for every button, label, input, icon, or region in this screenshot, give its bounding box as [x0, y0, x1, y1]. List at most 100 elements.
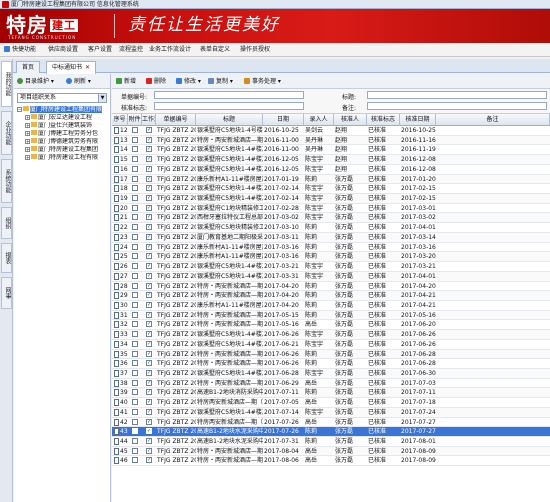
- vertical-tab-0[interactable]: 我的功能: [1, 61, 12, 107]
- attachment-checkbox[interactable]: [132, 311, 138, 318]
- tree-node[interactable]: + 厦门博建工程劳务分包: [17, 130, 107, 138]
- table-row[interactable]: 12✓TFJG ZBTZ 2016银溪墅府C5地块1-4号楼及地2016-10-…: [112, 126, 550, 136]
- table-row[interactable]: 14✓TFJG ZBTZ 2016银溪墅府C5地块1-4#楼及地2016-11-…: [112, 145, 550, 156]
- workflow-checkbox[interactable]: ✓: [146, 389, 152, 396]
- attachment-checkbox[interactable]: [132, 272, 138, 279]
- expand-icon[interactable]: +: [25, 147, 30, 152]
- attachment-checkbox[interactable]: [132, 146, 138, 153]
- attachment-checkbox[interactable]: [132, 438, 138, 445]
- workflow-checkbox[interactable]: ✓: [146, 408, 152, 415]
- table-row[interactable]: 22✓TFJG ZBTZ 2017银溪墅府C5地块精装修工程2017-03-10…: [112, 223, 550, 233]
- table-row[interactable]: 17✓TFJG ZBTZ 2017康乐新村A1-11#楼房屋加固2017-01-…: [112, 174, 550, 185]
- table-row[interactable]: 18✓TFJG ZBTZ 2017银溪墅府C5地块1-4#楼及地2017-02-…: [112, 184, 550, 195]
- workflow-checkbox[interactable]: ✓: [146, 418, 152, 425]
- org-relation-select[interactable]: 项目组织关系 ▼: [17, 93, 107, 103]
- table-row[interactable]: 36✓TFJG ZBTZ 2017特房・两安新城酒店—期（2017-06-26陈…: [112, 359, 550, 369]
- chevron-down-icon[interactable]: ▼: [98, 94, 106, 102]
- workflow-checkbox[interactable]: ✓: [146, 360, 152, 367]
- grid-header-cell[interactable]: 工作流: [142, 114, 156, 126]
- workflow-checkbox[interactable]: ✓: [146, 146, 152, 153]
- table-row[interactable]: 23✓TFJG ZBTZ 2017厦门教育基地二期阳极采购2017-03-11陈…: [112, 232, 550, 243]
- attachment-checkbox[interactable]: [132, 457, 138, 464]
- copy-button[interactable]: 复制 ▾: [208, 77, 233, 86]
- vertical-tab-4[interactable]: 报表: [1, 243, 12, 273]
- grid-header-cell[interactable]: 序号: [112, 114, 128, 126]
- attachment-checkbox[interactable]: [132, 340, 138, 347]
- tab-home[interactable]: 首页: [16, 61, 41, 73]
- tree-node[interactable]: + 厦门宏立达建设工程: [17, 114, 107, 122]
- table-row[interactable]: 34✓TFJG ZBTZ 2017银溪墅府C5地块1-4#楼及地2017-06-…: [112, 340, 550, 350]
- attachment-checkbox[interactable]: [132, 350, 138, 357]
- workflow-checkbox[interactable]: ✓: [146, 165, 152, 172]
- attachment-checkbox[interactable]: [132, 233, 138, 240]
- table-row[interactable]: 13✓TFJG ZBTZ 2016特房・两安新城酒店—期2016-11-00吴丹…: [112, 135, 550, 146]
- workflow-checkbox[interactable]: ✓: [146, 224, 152, 231]
- review-flag-input[interactable]: [154, 102, 304, 110]
- attachment-checkbox[interactable]: [132, 175, 138, 182]
- workflow-checkbox[interactable]: ✓: [146, 233, 152, 240]
- table-row[interactable]: 19✓TFJG ZBTZ 2017银溪墅府C5地块1-4#楼及地2017-02-…: [112, 194, 550, 204]
- table-row[interactable]: 29✓TFJG ZBTZ 2017特房・两安新城酒店—期（2017-04-20陈…: [112, 291, 550, 301]
- workflow-checkbox[interactable]: ✓: [146, 379, 152, 386]
- attachment-checkbox[interactable]: [132, 447, 138, 454]
- table-row[interactable]: 21✓TFJG ZBTZ 2017西柑牙塞拉特仪工程总部E2017-03-02陈…: [112, 213, 550, 224]
- attachment-checkbox[interactable]: [132, 214, 138, 221]
- title-filter-input[interactable]: [367, 91, 547, 99]
- vertical-tab-5[interactable]: 网事: [1, 277, 12, 309]
- workflow-checkbox[interactable]: ✓: [146, 311, 152, 318]
- table-row[interactable]: 37✓TFJG ZBTZ 2017银溪墅府C5地块1-4#楼及地2017-06-…: [112, 369, 550, 379]
- attachment-checkbox[interactable]: [132, 282, 138, 289]
- table-row[interactable]: 27✓TFJG ZBTZ 2017银溪墅府C5地块1-4#楼及地2017-03-…: [112, 271, 550, 282]
- add-button[interactable]: 新增: [116, 77, 136, 86]
- workflow-checkbox[interactable]: ✓: [146, 370, 152, 376]
- workflow-checkbox[interactable]: ✓: [146, 263, 152, 270]
- table-row[interactable]: 39✓TFJG ZBTZ 2017高速B1-2地块消防采购中标2017-07-1…: [112, 388, 550, 399]
- attachment-checkbox[interactable]: [132, 389, 138, 396]
- attachment-checkbox[interactable]: [132, 428, 138, 435]
- table-row[interactable]: 41✓TFJG ZBTZ 2017银溪墅府C5地块1-4#楼及地2017-07-…: [112, 407, 550, 418]
- menu-item-4[interactable]: 业务工作流设计: [149, 45, 191, 55]
- workflow-checkbox[interactable]: ✓: [146, 350, 152, 357]
- attachment-checkbox[interactable]: [132, 418, 138, 425]
- workflow-checkbox[interactable]: ✓: [146, 428, 152, 435]
- table-row[interactable]: 32✓TFJG ZBTZ 2017特房・两安新城酒店—期（2017-05-16高…: [112, 320, 550, 331]
- workflow-checkbox[interactable]: ✓: [146, 127, 152, 133]
- table-row[interactable]: 25✓TFJG ZBTZ 2017康乐新村A1-11#楼房屋加固2017-03-…: [112, 252, 550, 263]
- workflow-checkbox[interactable]: ✓: [146, 253, 152, 260]
- directory-maintain-button[interactable]: 目录维护 ▾: [17, 77, 54, 86]
- workflow-checkbox[interactable]: ✓: [146, 321, 152, 328]
- attachment-checkbox[interactable]: [132, 165, 138, 172]
- workflow-checkbox[interactable]: ✓: [146, 447, 152, 454]
- edit-button[interactable]: 修改 ▾: [176, 77, 201, 86]
- attachment-checkbox[interactable]: [132, 301, 138, 308]
- workflow-checkbox[interactable]: ✓: [146, 301, 152, 308]
- attachment-checkbox[interactable]: [132, 204, 138, 211]
- table-row[interactable]: 35✓TFJG ZBTZ 2017特房・两安新城酒店—期（2017-06-26陈…: [112, 349, 550, 360]
- menu-item-3[interactable]: 流程监控: [119, 45, 143, 55]
- expand-icon[interactable]: +: [25, 115, 30, 120]
- grid-header-cell[interactable]: 附件: [128, 114, 142, 126]
- menu-item-0[interactable]: 快捷功能: [4, 45, 36, 55]
- grid-header-cell[interactable]: 标题: [196, 114, 263, 126]
- workflow-checkbox[interactable]: ✓: [146, 438, 152, 445]
- workflow-checkbox[interactable]: ✓: [146, 243, 152, 250]
- attachment-checkbox[interactable]: [132, 185, 138, 192]
- grid-header-cell[interactable]: 核准人: [334, 114, 367, 126]
- attachment-checkbox[interactable]: [132, 156, 138, 163]
- table-row[interactable]: 16✓TFJG ZBTZ 2016银溪墅府C5地块1-4#楼及地2016-12-…: [112, 165, 550, 175]
- grid-header-cell[interactable]: 核准标志: [367, 114, 400, 126]
- workflow-checkbox[interactable]: ✓: [146, 195, 152, 202]
- table-row[interactable]: 28✓TFJG ZBTZ 2017特房・两安新城酒店—期（2017-04-20陈…: [112, 282, 550, 292]
- attachment-checkbox[interactable]: [132, 321, 138, 328]
- attachment-checkbox[interactable]: [132, 379, 138, 386]
- tree-node[interactable]: + 厦门益仕兴建筑装饰: [17, 122, 107, 130]
- table-row[interactable]: 15✓TFJG ZBTZ 2016银溪墅府C5地块1-4#楼及地2016-12-…: [112, 155, 550, 165]
- workflow-checkbox[interactable]: ✓: [146, 214, 152, 221]
- close-icon[interactable]: ✕: [85, 62, 90, 73]
- workflow-checkbox[interactable]: ✓: [146, 340, 152, 347]
- table-row[interactable]: 45✓TFJG ZBTZ 2017特房・两安新城酒店—期（2017-08-04高…: [112, 446, 550, 457]
- menu-item-2[interactable]: 客户设置: [88, 45, 112, 55]
- workflow-button[interactable]: 事务处理 ▾: [244, 77, 281, 86]
- workflow-checkbox[interactable]: ✓: [146, 282, 152, 289]
- vertical-tab-3[interactable]: 组织: [1, 207, 12, 239]
